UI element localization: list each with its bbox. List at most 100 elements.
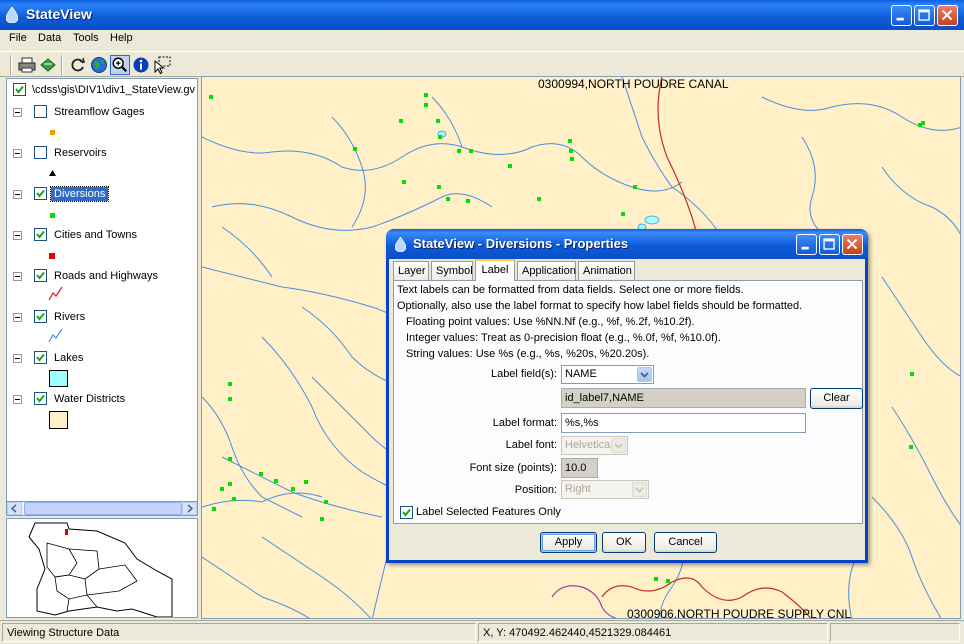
layer-label[interactable]: Cities and Towns: [51, 228, 140, 242]
diversion-point[interactable]: [437, 185, 441, 189]
print-button[interactable]: [17, 55, 37, 75]
diversion-point[interactable]: [570, 157, 574, 161]
diversion-point[interactable]: [291, 487, 295, 491]
selected-only-label[interactable]: Label Selected Features Only: [416, 506, 561, 518]
diversion-point[interactable]: [438, 135, 442, 139]
diversion-point[interactable]: [436, 119, 440, 123]
layer-label[interactable]: Water Districts: [51, 392, 128, 406]
layer-checkbox[interactable]: [34, 228, 47, 241]
layer-label[interactable]: Reservoirs: [51, 146, 110, 160]
diversion-point[interactable]: [424, 93, 428, 97]
diversion-point[interactable]: [304, 480, 308, 484]
minimize-button[interactable]: [891, 5, 912, 26]
tab-symbol[interactable]: Symbol: [431, 261, 473, 280]
diversion-point[interactable]: [353, 147, 357, 151]
zoom-button[interactable]: [110, 55, 130, 75]
collapse-icon[interactable]: [13, 231, 22, 240]
diversion-point[interactable]: [228, 457, 232, 461]
label-format-input[interactable]: %s,%s: [561, 413, 806, 433]
export-button[interactable]: [38, 55, 58, 75]
collapse-icon[interactable]: [13, 313, 22, 322]
diversion-point[interactable]: [466, 199, 470, 203]
menu-help[interactable]: Help: [110, 32, 133, 44]
diversion-point[interactable]: [457, 149, 461, 153]
collapse-icon[interactable]: [13, 395, 22, 404]
maximize-button[interactable]: [914, 5, 935, 26]
layer-checkbox[interactable]: [34, 392, 47, 405]
diversion-point[interactable]: [633, 185, 637, 189]
menu-file[interactable]: File: [9, 32, 27, 44]
select-button[interactable]: [152, 55, 172, 75]
dropdown-arrow[interactable]: [637, 367, 652, 382]
dialog-maximize-button[interactable]: [819, 234, 840, 255]
layer-label[interactable]: Roads and Highways: [51, 269, 161, 283]
diversion-point[interactable]: [508, 164, 512, 168]
diversion-point[interactable]: [402, 180, 406, 184]
diversion-point[interactable]: [568, 139, 572, 143]
diversion-point[interactable]: [209, 95, 213, 99]
globe-button[interactable]: [89, 55, 109, 75]
layer-checkbox[interactable]: [34, 310, 47, 323]
diversion-point[interactable]: [621, 212, 625, 216]
collapse-icon[interactable]: [13, 108, 22, 117]
layer-checkbox[interactable]: [34, 105, 47, 118]
menu-data[interactable]: Data: [38, 32, 61, 44]
diversion-point[interactable]: [666, 579, 670, 583]
clear-button[interactable]: Clear: [810, 388, 863, 409]
dialog-close-button[interactable]: [842, 234, 863, 255]
diversion-point[interactable]: [228, 482, 232, 486]
refresh-button[interactable]: [68, 55, 88, 75]
legend-root-label[interactable]: \cdss\gis\DIV1\div1_StateView.gv: [29, 83, 197, 97]
cancel-button[interactable]: Cancel: [654, 532, 717, 553]
selected-only-checkbox[interactable]: [400, 506, 413, 519]
scroll-right-button[interactable]: [182, 502, 197, 515]
dialog-minimize-button[interactable]: [796, 234, 817, 255]
layer-checkbox[interactable]: [34, 146, 47, 159]
diversion-point[interactable]: [918, 123, 922, 127]
diversion-point[interactable]: [212, 507, 216, 511]
legend-horizontal-scrollbar[interactable]: [6, 501, 198, 516]
collapse-icon[interactable]: [13, 354, 22, 363]
legend-root-checkbox[interactable]: [13, 83, 26, 96]
diversion-point[interactable]: [232, 497, 236, 501]
layer-checkbox[interactable]: [34, 269, 47, 282]
diversion-point[interactable]: [537, 197, 541, 201]
layer-label[interactable]: Rivers: [51, 310, 88, 324]
overview-map[interactable]: [6, 518, 198, 618]
menu-tools[interactable]: Tools: [73, 32, 99, 44]
diversion-point[interactable]: [399, 119, 403, 123]
diversion-point[interactable]: [446, 197, 450, 201]
diversion-point[interactable]: [909, 445, 913, 449]
label-fields-select[interactable]: NAME: [561, 365, 654, 384]
tab-layer[interactable]: Layer: [393, 261, 429, 280]
tab-application[interactable]: Application: [517, 261, 576, 280]
diversion-point[interactable]: [569, 149, 573, 153]
diversion-point[interactable]: [220, 487, 224, 491]
scroll-left-button[interactable]: [7, 502, 22, 515]
layer-checkbox[interactable]: [34, 351, 47, 364]
layer-label[interactable]: Lakes: [51, 351, 86, 365]
layer-checkbox[interactable]: [34, 187, 47, 200]
diversion-point[interactable]: [320, 517, 324, 521]
diversion-point[interactable]: [910, 372, 914, 376]
ok-button[interactable]: OK: [602, 532, 646, 553]
scroll-thumb[interactable]: [24, 502, 182, 515]
layer-label[interactable]: Diversions: [49, 186, 110, 202]
tab-animation[interactable]: Animation: [578, 261, 635, 280]
layer-label[interactable]: Streamflow Gages: [51, 105, 147, 119]
collapse-icon[interactable]: [13, 272, 22, 281]
collapse-icon[interactable]: [13, 149, 22, 158]
diversion-point[interactable]: [654, 577, 658, 581]
diversion-point[interactable]: [324, 500, 328, 504]
diversion-point[interactable]: [259, 472, 263, 476]
info-button[interactable]: [131, 55, 151, 75]
diversion-point[interactable]: [228, 397, 232, 401]
collapse-icon[interactable]: [13, 190, 22, 199]
diversion-point[interactable]: [274, 479, 278, 483]
apply-button[interactable]: Apply: [540, 532, 597, 553]
diversion-point[interactable]: [424, 103, 428, 107]
close-button[interactable]: [937, 5, 958, 26]
diversion-point[interactable]: [469, 149, 473, 153]
tab-label[interactable]: Label: [475, 259, 515, 281]
diversion-point[interactable]: [228, 382, 232, 386]
